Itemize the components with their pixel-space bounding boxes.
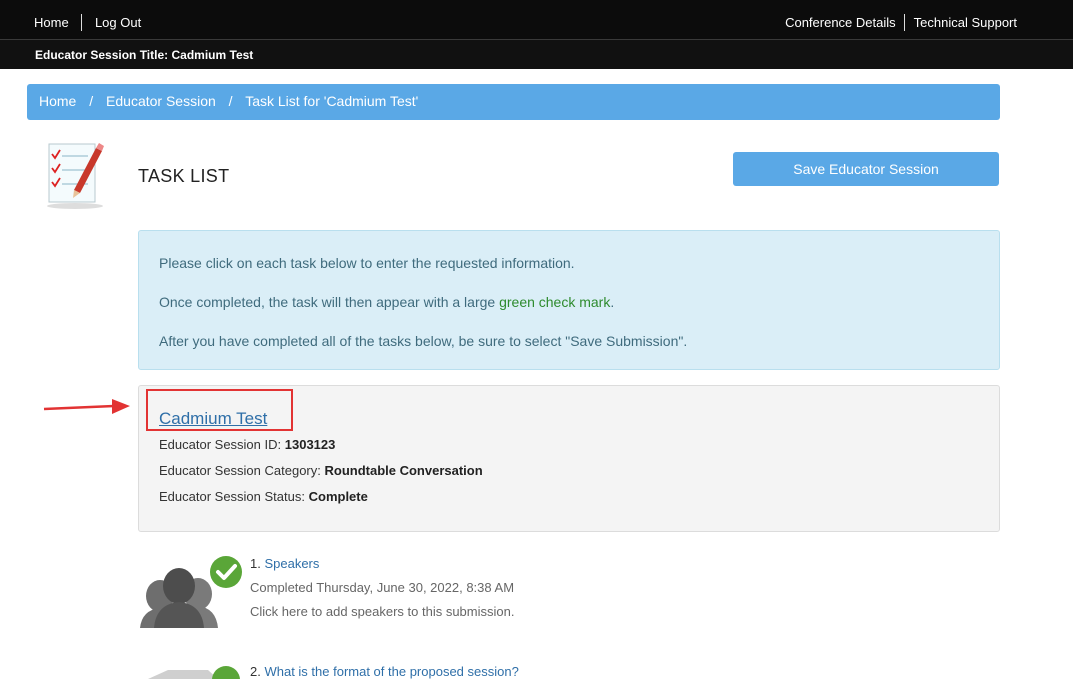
format-task-link[interactable]: What is the format of the proposed sessi…	[264, 664, 518, 679]
breadcrumb-educator-session[interactable]: Educator Session	[106, 93, 216, 109]
task-description: Click here to add speakers to this submi…	[250, 604, 515, 619]
session-category-label: Educator Session Category:	[159, 463, 321, 478]
session-status-value: Complete	[308, 489, 368, 504]
speakers-task-link[interactable]: Speakers	[264, 556, 319, 571]
session-category-value: Roundtable Conversation	[324, 463, 483, 478]
instructions-box: Please click on each task below to enter…	[138, 230, 1000, 370]
nav-divider	[904, 14, 906, 31]
session-title-text: Educator Session Title: Cadmium Test	[35, 48, 253, 62]
breadcrumb-separator: /	[228, 93, 233, 109]
session-summary-card: Cadmium Test Educator Session ID: 130312…	[138, 385, 1000, 532]
logout-link[interactable]: Log Out	[95, 15, 141, 30]
top-nav-right: Conference Details Technical Support	[785, 14, 1017, 31]
top-nav-bar: Home Log Out Conference Details Technica…	[0, 0, 1073, 40]
session-id-label: Educator Session ID:	[159, 437, 282, 452]
instruction-line: Please click on each task below to enter…	[159, 255, 575, 271]
nav-divider	[81, 14, 83, 31]
task-number: 1.	[250, 556, 261, 571]
session-title-value: Cadmium Test	[171, 48, 254, 62]
red-arrow-icon	[43, 399, 130, 414]
save-educator-session-button[interactable]: Save Educator Session	[733, 152, 999, 186]
page-title: TASK LIST	[138, 166, 230, 186]
breadcrumb: Home / Educator Session / Task List for …	[27, 84, 1000, 120]
session-title-link[interactable]: Cadmium Test	[159, 409, 267, 429]
task-title: 1. Speakers	[250, 556, 319, 571]
task-title: 2. What is the format of the proposed se…	[250, 664, 519, 679]
instruction-text: Once completed, the task will then appea…	[159, 294, 500, 310]
conference-details-link[interactable]: Conference Details	[785, 15, 896, 30]
task-item-format[interactable]: 2. What is the format of the proposed se…	[138, 664, 738, 679]
technical-support-link[interactable]: Technical Support	[914, 15, 1017, 30]
green-check-text: green check mark	[499, 294, 611, 310]
instruction-line: After you have completed all of the task…	[159, 333, 688, 349]
session-status-row: Educator Session Status: Complete	[159, 489, 368, 504]
instruction-text: .	[610, 294, 615, 310]
session-title-bar: Educator Session Title: Cadmium Test	[0, 40, 1073, 69]
session-title-label: Educator Session Title:	[35, 48, 169, 62]
task-number: 2.	[250, 664, 261, 679]
session-category-row: Educator Session Category: Roundtable Co…	[159, 463, 483, 478]
task-icon	[148, 666, 240, 679]
session-status-label: Educator Session Status:	[159, 489, 305, 504]
breadcrumb-separator: /	[89, 93, 94, 109]
top-nav-left: Home Log Out	[34, 14, 141, 31]
session-id-row: Educator Session ID: 1303123	[159, 437, 335, 452]
check-badge-icon	[210, 556, 242, 588]
checklist-icon	[47, 143, 104, 209]
breadcrumb-home[interactable]: Home	[39, 93, 76, 109]
session-id-value: 1303123	[284, 437, 336, 452]
instruction-line: Once completed, the task will then appea…	[159, 294, 999, 310]
home-link[interactable]: Home	[34, 15, 69, 30]
breadcrumb-task-list[interactable]: Task List for 'Cadmium Test'	[245, 93, 418, 109]
task-item-speakers[interactable]: 1. Speakers Completed Thursday, June 30,…	[138, 556, 738, 630]
speakers-group-icon	[140, 556, 242, 628]
task-completed-text: Completed Thursday, June 30, 2022, 8:38 …	[250, 580, 515, 595]
